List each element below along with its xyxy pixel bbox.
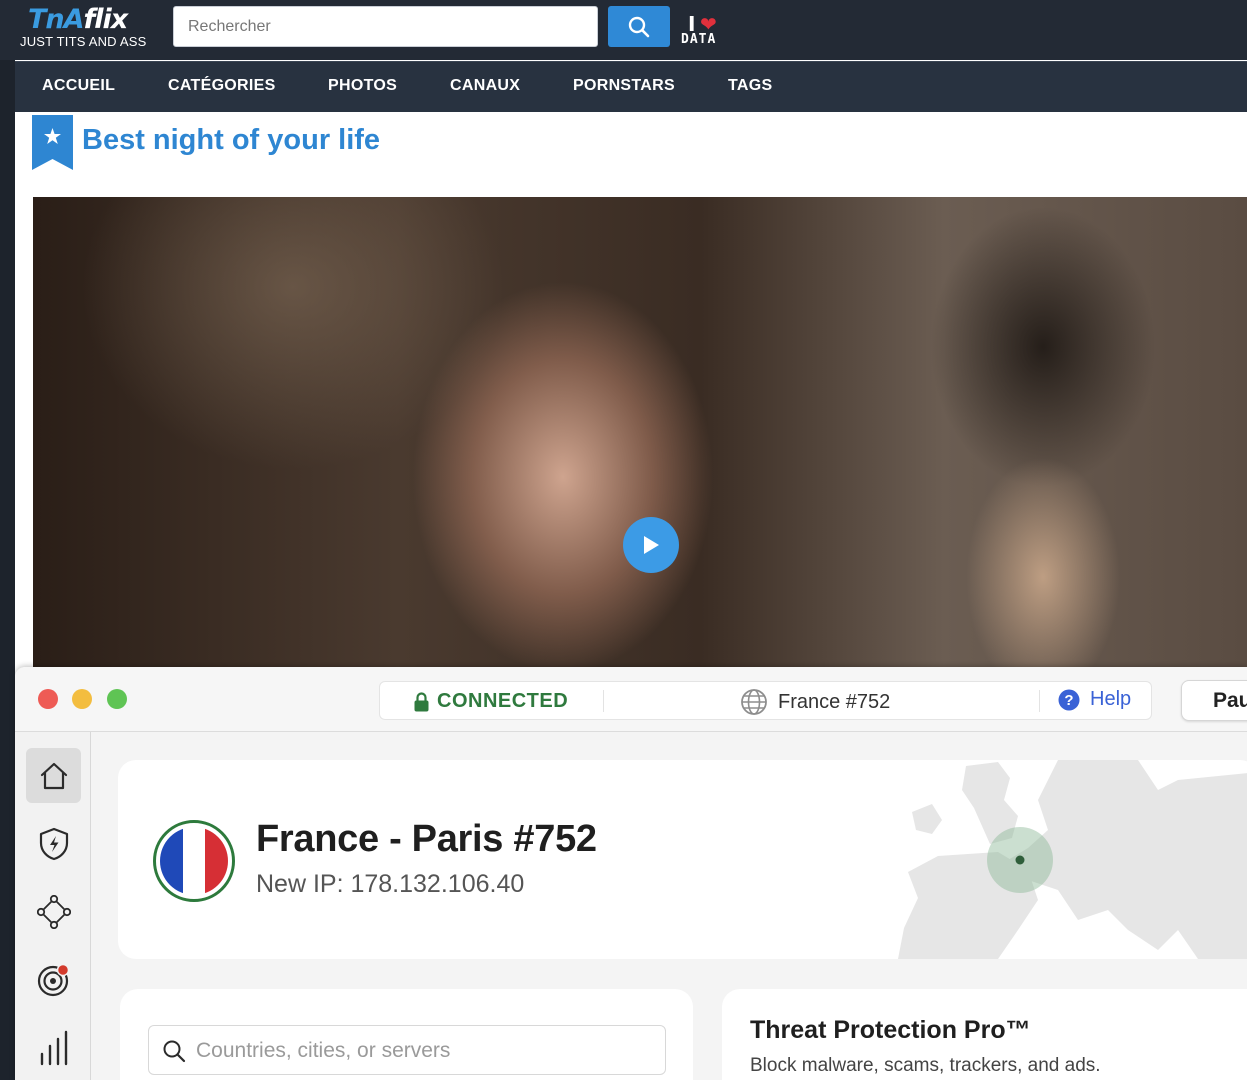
vpn-titlebar: CONNECTED France #752 ? Help Pau bbox=[15, 667, 1247, 732]
play-icon bbox=[644, 536, 659, 554]
video-player[interactable] bbox=[33, 197, 1247, 669]
status-divider bbox=[1039, 690, 1040, 712]
connected-label: CONNECTED bbox=[437, 690, 569, 712]
statistics-icon bbox=[40, 1030, 67, 1065]
dark-web-monitor-icon bbox=[37, 963, 69, 996]
rail-threat-protection-button[interactable] bbox=[26, 816, 81, 871]
server-search-input[interactable]: Countries, cities, or servers bbox=[148, 1025, 666, 1075]
current-server[interactable]: France #752 bbox=[740, 688, 890, 716]
threat-protection-description: Block malware, scams, trackers, and ads. bbox=[750, 1055, 1101, 1076]
rail-meshnet-button[interactable] bbox=[26, 884, 81, 939]
threat-protection-icon bbox=[39, 827, 68, 860]
play-button[interactable] bbox=[623, 517, 679, 573]
nav-categories[interactable]: CATÉGORIES bbox=[168, 77, 276, 95]
location-name: France - Paris #752 bbox=[256, 818, 597, 860]
help-icon: ? bbox=[1058, 689, 1080, 710]
site-header: TnAflix JUST TITS AND ASS Rechercher I ❤… bbox=[0, 0, 1247, 60]
connection-status: CONNECTED bbox=[414, 690, 568, 713]
site-search-input[interactable]: Rechercher bbox=[173, 6, 598, 47]
bookmark-star-icon bbox=[32, 115, 73, 170]
lock-icon bbox=[414, 691, 429, 711]
search-icon bbox=[628, 16, 650, 37]
rail-dark-web-monitor-button[interactable] bbox=[26, 952, 81, 1007]
logo-part-tna: TnA bbox=[28, 4, 85, 35]
section-title: Best night of your life bbox=[82, 124, 381, 156]
pause-button[interactable]: Pau bbox=[1181, 680, 1247, 721]
search-icon bbox=[163, 1040, 186, 1063]
server-label: France #752 bbox=[778, 690, 891, 713]
badge-data: DATA bbox=[681, 32, 717, 47]
site-nav: ACCUEIL CATÉGORIES PHOTOS CANAUX PORNSTA… bbox=[15, 61, 1247, 112]
connection-status-bar: CONNECTED France #752 ? Help bbox=[379, 681, 1152, 720]
help-link[interactable]: ? Help bbox=[1058, 688, 1131, 711]
new-ip: New IP: 178.132.106.40 bbox=[256, 870, 525, 898]
server-search-placeholder: Countries, cities, or servers bbox=[196, 1039, 451, 1062]
i-love-data-badge[interactable]: I ❤ DATA bbox=[680, 10, 732, 50]
window-zoom-button[interactable] bbox=[107, 689, 127, 709]
site-logo[interactable]: TnAflix JUST TITS AND ASS bbox=[20, 4, 160, 56]
globe-icon bbox=[741, 689, 767, 715]
rail-statistics-button[interactable] bbox=[26, 1020, 81, 1075]
home-icon bbox=[40, 762, 67, 789]
svg-text:?: ? bbox=[1064, 692, 1073, 709]
nav-accueil[interactable]: ACCUEIL bbox=[42, 77, 115, 95]
page-left-edge bbox=[0, 0, 15, 1080]
france-flag-icon bbox=[153, 820, 235, 902]
logo-part-flix: flix bbox=[83, 4, 129, 35]
threat-protection-card[interactable]: Threat Protection Pro™ Block malware, sc… bbox=[722, 989, 1247, 1080]
site-tagline: JUST TITS AND ASS bbox=[20, 34, 147, 49]
window-close-button[interactable] bbox=[38, 689, 58, 709]
vpn-app-window: CONNECTED France #752 ? Help Pau France … bbox=[15, 667, 1247, 1080]
nav-pornstars[interactable]: PORNSTARS bbox=[573, 77, 675, 95]
rail-home-button[interactable] bbox=[26, 748, 81, 803]
nav-photos[interactable]: PHOTOS bbox=[328, 77, 397, 95]
status-divider bbox=[603, 690, 604, 712]
window-minimize-button[interactable] bbox=[72, 689, 92, 709]
help-label: Help bbox=[1090, 688, 1132, 710]
nav-canaux[interactable]: CANAUX bbox=[450, 77, 520, 95]
nav-tags[interactable]: TAGS bbox=[728, 77, 772, 95]
logo-wordmark: TnAflix bbox=[28, 4, 129, 35]
europe-map bbox=[898, 760, 1247, 959]
server-search-card: Countries, cities, or servers bbox=[120, 989, 693, 1080]
vpn-side-rail bbox=[15, 732, 91, 1080]
connection-card: France - Paris #752 New IP: 178.132.106.… bbox=[118, 760, 1247, 959]
site-search-button[interactable] bbox=[608, 6, 670, 47]
threat-protection-title: Threat Protection Pro™ bbox=[750, 1016, 1031, 1044]
meshnet-icon bbox=[36, 894, 71, 929]
